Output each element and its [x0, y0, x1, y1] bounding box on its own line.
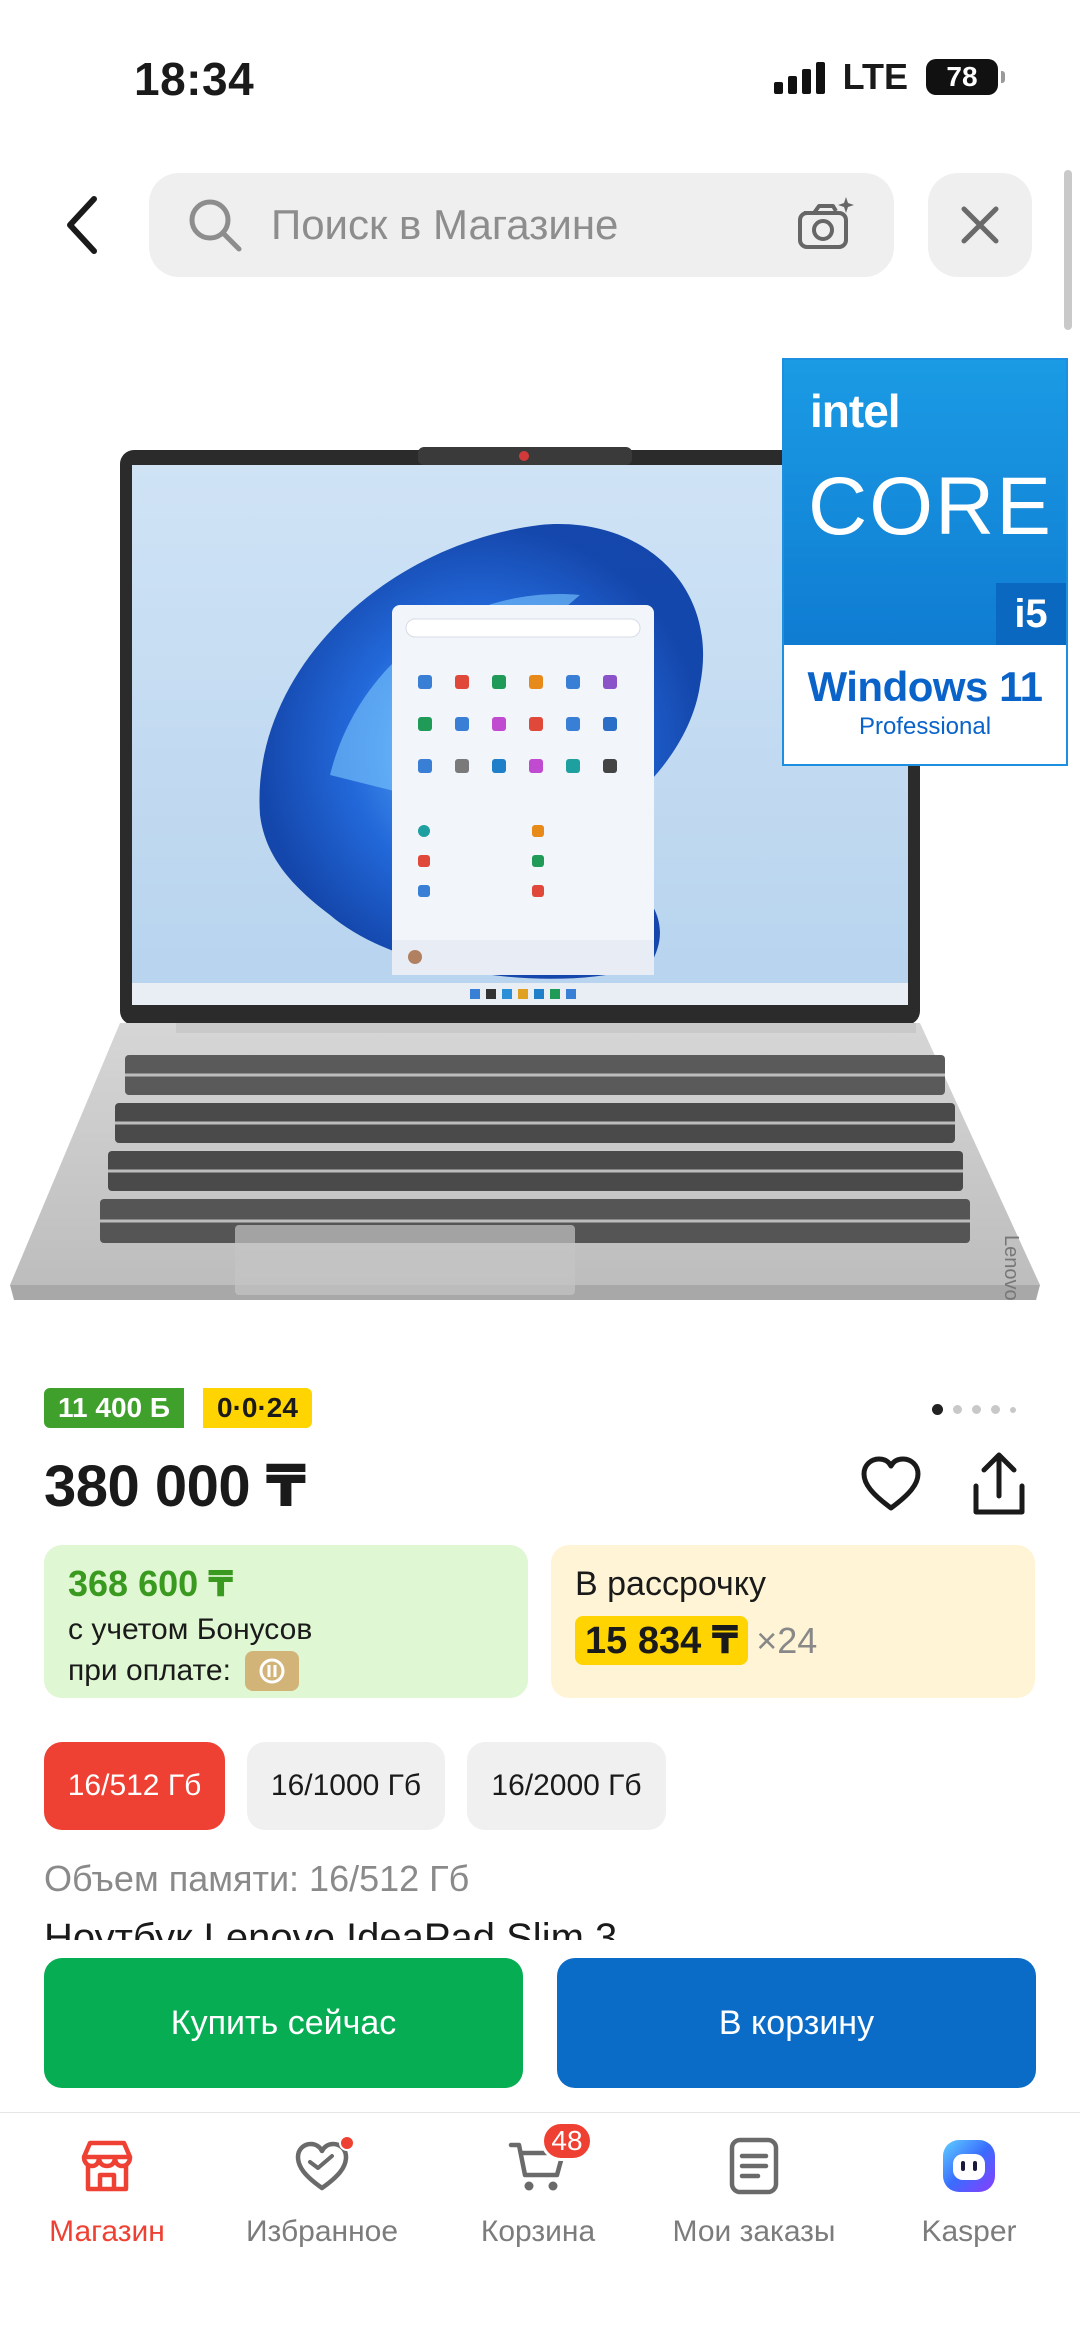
tab-favorites[interactable]: Избранное [222, 2131, 422, 2249]
notification-dot [339, 2135, 355, 2151]
share-icon[interactable] [966, 1450, 1032, 1520]
scroll-indicator [1064, 170, 1072, 330]
tab-my-orders[interactable]: Мои заказы [654, 2131, 854, 2249]
orders-icon [729, 2137, 779, 2195]
windows-logo: Windows 11 [807, 663, 1043, 710]
add-to-cart-button[interactable]: В корзину [557, 1958, 1036, 2088]
signal-icon [773, 60, 825, 94]
bonus-price: 368 600 ₸ [68, 1563, 234, 1604]
back-button[interactable] [52, 180, 112, 270]
core-logo: CORE [808, 461, 1053, 552]
variant-option-16-512[interactable]: 16/512 Гб [44, 1742, 225, 1830]
windows-edition: Professional [858, 713, 992, 740]
memory-selection-label: Объем памяти: 16/512 Гб [44, 1858, 470, 1899]
installment-title: В рассрочку [575, 1565, 766, 1603]
buy-now-button[interactable]: Купить сейчас [44, 1958, 523, 2088]
bonus-note: с учетом Бонусов [68, 1613, 313, 1646]
network-type: LTE [842, 56, 908, 97]
gallery-dot[interactable] [972, 1405, 981, 1414]
search-input[interactable] [271, 201, 771, 249]
product-price: 380 000 ₸ [44, 1454, 306, 1519]
search-icon [189, 199, 242, 252]
gallery-dot[interactable] [1010, 1406, 1016, 1413]
bonus-badge: 11 400 Б [44, 1388, 184, 1428]
i5-label: i5 [996, 583, 1066, 645]
installment-badge: 0·0·24 [203, 1388, 312, 1428]
tab-label: Избранное [245, 2215, 399, 2248]
gallery-dot[interactable] [932, 1404, 943, 1415]
product-title: Ноутбук Lenovo IdeaPad Slim 3 [44, 1922, 1044, 1940]
status-bar: 18:34 LTE 78 [0, 0, 1080, 160]
battery-level: 78 [946, 61, 978, 92]
tab-kasper[interactable]: Kasper [869, 2131, 1069, 2249]
kasper-assistant-icon [943, 2140, 995, 2192]
bonus-payment-label: при оплате: [68, 1654, 231, 1687]
tab-cart[interactable]: 48 Корзина [438, 2121, 638, 2249]
intel-windows-badge: intel CORE i5 Windows 11 Professional [782, 358, 1068, 766]
close-icon [961, 206, 999, 244]
gallery-pagination[interactable] [932, 1404, 1016, 1415]
cart-count-badge: 48 [541, 2121, 593, 2161]
gallery-dot[interactable] [991, 1405, 1000, 1414]
store-icon [81, 2140, 133, 2192]
laptop-brand-logo: Lenovo [1000, 1235, 1022, 1301]
installment-card[interactable]: В рассрочку 15 834 ₸ ×24 [551, 1545, 1035, 1698]
gallery-dot[interactable] [953, 1405, 962, 1414]
battery-icon: 78 [926, 59, 1005, 95]
status-time: 18:34 [134, 53, 255, 105]
camera-search-icon[interactable] [794, 193, 858, 257]
chevron-left-icon [67, 196, 97, 254]
tab-label: Мои заказы [672, 2215, 836, 2248]
bottom-tab-bar: Магазин Избранное 48 Корзина Мои заказы … [0, 2112, 1080, 2341]
search-bar[interactable] [149, 173, 894, 277]
bonus-price-card[interactable]: 368 600 ₸ с учетом Бонусов при оплате: [44, 1545, 528, 1698]
tab-label: Kasper [921, 2215, 1017, 2248]
intel-logo: intel [810, 385, 901, 437]
product-title-clipped: Ноутбук Lenovo IdeaPad Slim 3 [44, 1922, 1044, 1940]
variant-option-16-2000[interactable]: 16/2000 Гб [467, 1742, 666, 1830]
heart-icon[interactable] [858, 1452, 924, 1518]
payment-method-icon [244, 1651, 299, 1691]
tab-label: Корзина [480, 2215, 596, 2248]
variant-option-16-1000[interactable]: 16/1000 Гб [247, 1742, 445, 1830]
tab-store[interactable]: Магазин [7, 2131, 207, 2249]
installment-amount: 15 834 ₸ [575, 1616, 749, 1665]
tab-label: Магазин [49, 2215, 165, 2248]
installment-multiplier: ×24 [756, 1619, 818, 1661]
status-indicators: LTE 78 [773, 56, 1005, 98]
close-button[interactable] [928, 173, 1032, 277]
